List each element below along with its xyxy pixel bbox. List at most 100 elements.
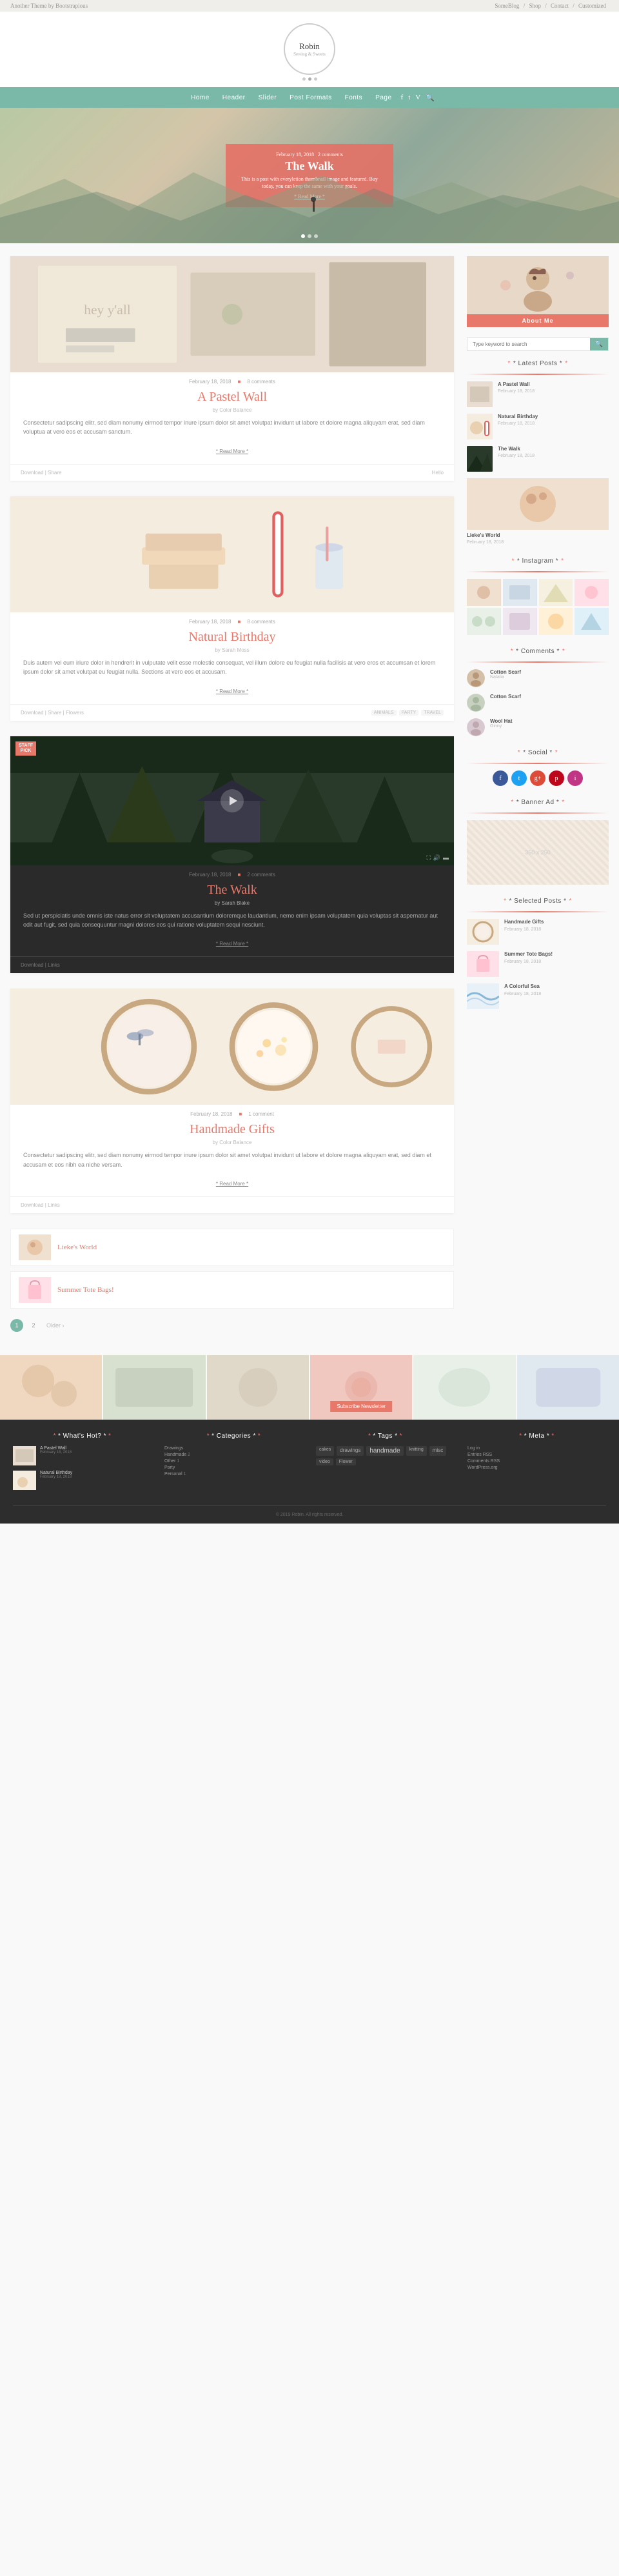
site-logo[interactable]: Robin Sewing & Sweets: [284, 23, 335, 75]
strip-item-6[interactable]: [517, 1355, 619, 1420]
social-googleplus-icon[interactable]: g+: [530, 770, 545, 786]
strip-item-1[interactable]: [0, 1355, 102, 1420]
post-title-handmade-gifts[interactable]: Handmade Gifts: [10, 1120, 454, 1140]
progress-icon[interactable]: ▬: [443, 854, 449, 861]
footer-tag-drawings[interactable]: drawings: [337, 1446, 364, 1456]
footer-tag-knitting[interactable]: knitting: [406, 1446, 427, 1456]
footer-meta-login[interactable]: Log in: [467, 1446, 606, 1451]
post-meta-the-walk: February 18, 2018 ■ 2 comments: [10, 865, 454, 880]
post-image-handmade-gifts[interactable]: [10, 989, 454, 1105]
post-read-more-the-walk: * Read More *: [10, 937, 454, 956]
social-facebook-icon[interactable]: f: [493, 770, 508, 786]
nav-page[interactable]: Page: [369, 87, 398, 108]
footer-meta-comments-rss[interactable]: Comments RSS: [467, 1459, 606, 1464]
nav-fonts[interactable]: Fonts: [339, 87, 369, 108]
full-width-image-strip: Subscribe Newsletter: [0, 1355, 619, 1420]
nav-search-icon[interactable]: 🔍: [426, 94, 435, 102]
instagram-thumb-5[interactable]: [467, 608, 501, 635]
search-button[interactable]: 🔍: [590, 338, 608, 350]
nav-vimeo-icon[interactable]: V: [415, 94, 420, 101]
search-input[interactable]: [467, 338, 590, 350]
post-image-natural-birthday[interactable]: [10, 496, 454, 612]
page-btn-2[interactable]: 2: [27, 1319, 40, 1332]
top-nav-contact[interactable]: Contact: [551, 3, 569, 9]
pagination-older[interactable]: Older ›: [46, 1322, 64, 1329]
footer-tag-flower[interactable]: Flower: [336, 1458, 356, 1465]
instagram-thumb-3[interactable]: [539, 579, 573, 606]
strip-item-4[interactable]: Subscribe Newsletter: [310, 1355, 412, 1420]
footer-cat-party[interactable]: Party: [164, 1465, 303, 1470]
read-more-link-gifts[interactable]: * Read More *: [216, 1181, 248, 1187]
selected-post-handmade-gifts[interactable]: Handmade Gifts February 18, 2018: [467, 919, 609, 945]
footer-cat-personal[interactable]: Personal 1: [164, 1472, 303, 1476]
top-nav-shop[interactable]: Shop: [529, 3, 541, 9]
top-nav-customized[interactable]: Customized: [578, 3, 606, 9]
selected-post-colorful-sea[interactable]: A Colorful Sea February 18, 2018: [467, 983, 609, 1009]
post-title-the-walk[interactable]: The Walk: [10, 880, 454, 900]
tag-travel[interactable]: TRAVEL: [421, 710, 444, 716]
small-post-summer-tote[interactable]: Summer Tote Bags!: [10, 1271, 454, 1309]
hero-dot-3[interactable]: [314, 234, 318, 238]
social-instagram-icon[interactable]: i: [567, 770, 583, 786]
fullscreen-icon[interactable]: ⛶: [426, 854, 430, 861]
footer-post-natural-birthday[interactable]: Natural Birthday February 18, 2018: [13, 1471, 152, 1490]
logo-text-line2: Sewing & Sweets: [293, 52, 326, 57]
lieke-world-sidebar[interactable]: Lieke's World February 18, 2018: [467, 478, 609, 545]
strip-item-3[interactable]: [207, 1355, 309, 1420]
latest-post-the-walk[interactable]: The Walk February 18, 2018: [467, 446, 609, 472]
social-twitter-icon[interactable]: t: [511, 770, 527, 786]
nav-header[interactable]: Header: [216, 87, 252, 108]
footer-meta-wordpress[interactable]: WordPress.org: [467, 1465, 606, 1470]
volume-icon[interactable]: 🔊: [433, 854, 440, 861]
latest-post-pastel-wall[interactable]: A Pastel Wall February 18, 2018: [467, 381, 609, 407]
page-btn-1[interactable]: 1: [10, 1319, 23, 1332]
read-more-link-walk[interactable]: * Read More *: [216, 941, 248, 947]
instagram-thumb-2[interactable]: [503, 579, 537, 606]
post-title-pastel-wall[interactable]: A Pastel Wall: [10, 387, 454, 407]
banner-ad-image[interactable]: 350 x 250: [467, 820, 609, 885]
hero-dot-1[interactable]: [301, 234, 305, 238]
social-divider: [467, 763, 609, 764]
liekes-world-thumb: [19, 1234, 51, 1260]
read-more-link-pastel-wall[interactable]: * Read More *: [216, 448, 248, 454]
footer-tag-cakes[interactable]: cakes: [316, 1446, 334, 1456]
instagram-thumb-4[interactable]: [575, 579, 609, 606]
nav-slider[interactable]: Slider: [252, 87, 284, 108]
hero-dot-2[interactable]: [308, 234, 311, 238]
nav-social-icons: f t V 🔍: [401, 94, 435, 102]
footer-meta-entries-rss[interactable]: Entries RSS: [467, 1453, 606, 1457]
strip-item-2[interactable]: [103, 1355, 205, 1420]
nav-facebook-icon[interactable]: f: [401, 94, 404, 101]
post-image-the-walk[interactable]: STAFF PICK ⛶ 🔊 ▬: [10, 736, 454, 865]
footer-tag-misc[interactable]: misc: [429, 1446, 446, 1456]
footer-cat-other[interactable]: Other 1: [164, 1459, 303, 1464]
strip-item-5[interactable]: [413, 1355, 515, 1420]
comment-avatar-3: [467, 718, 485, 736]
tag-party[interactable]: PARTY: [399, 710, 419, 716]
instagram-thumb-6[interactable]: [503, 608, 537, 635]
selected-post-summer-tote[interactable]: Summer Tote Bags! February 18, 2018: [467, 951, 609, 977]
footer-tag-video[interactable]: video: [316, 1458, 333, 1465]
read-more-link-birthday[interactable]: * Read More *: [216, 689, 248, 694]
nav-post-formats[interactable]: Post Formats: [283, 87, 338, 108]
video-play-button[interactable]: [221, 789, 244, 812]
footer-cat-drawings[interactable]: Drawings: [164, 1446, 303, 1451]
instagram-thumb-7[interactable]: [539, 608, 573, 635]
social-pinterest-icon[interactable]: p: [549, 770, 564, 786]
footer-cat-handmade[interactable]: Handmade 2: [164, 1453, 303, 1457]
post-excerpt-the-walk: Sed ut perspiciatis unde omnis iste natu…: [10, 911, 454, 938]
instagram-thumb-8[interactable]: [575, 608, 609, 635]
subscribe-button[interactable]: Subscribe Newsletter: [330, 1401, 392, 1412]
tag-animals[interactable]: ANIMALS: [371, 710, 397, 716]
post-image-pastel-wall[interactable]: hey y'all: [10, 256, 454, 372]
footer-post-pastel-wall[interactable]: A Pastel Wall February 18, 2018: [13, 1446, 152, 1465]
top-nav-someblog[interactable]: SomeBlog: [495, 3, 519, 9]
instagram-thumb-1[interactable]: [467, 579, 501, 606]
latest-post-natural-birthday[interactable]: Natural Birthday February 18, 2018: [467, 414, 609, 439]
nav-twitter-icon[interactable]: t: [408, 94, 410, 101]
small-post-liekes-world[interactable]: Lieke's World: [10, 1229, 454, 1266]
nav-home[interactable]: Home: [184, 87, 216, 108]
selected-post-title-2: Summer Tote Bags!: [504, 951, 609, 958]
post-title-natural-birthday[interactable]: Natural Birthday: [10, 627, 454, 647]
footer-tag-handmade[interactable]: handmade: [366, 1446, 403, 1456]
